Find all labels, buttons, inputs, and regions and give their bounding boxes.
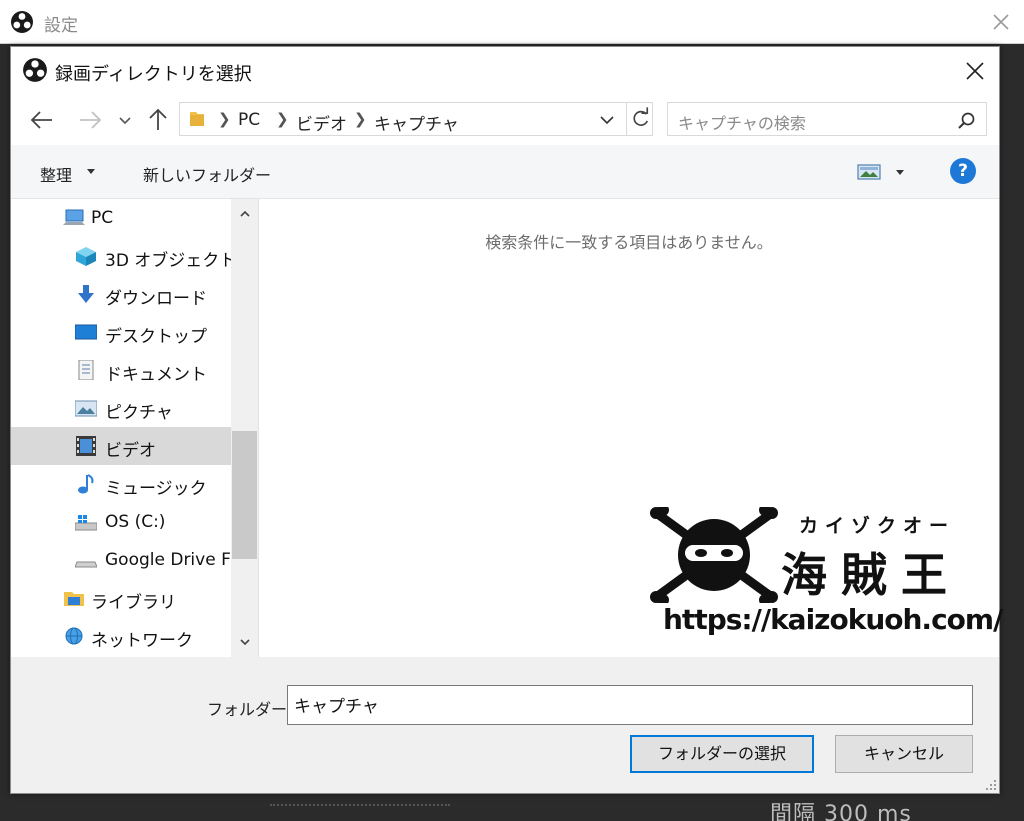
forward-arrow-icon[interactable] [75, 105, 105, 135]
outer-close-icon[interactable] [986, 7, 1016, 37]
scroll-up-chevron-icon[interactable] [239, 208, 251, 220]
dialog-close-icon[interactable] [959, 55, 991, 87]
documents-icon [78, 360, 94, 380]
search-box[interactable]: キャプチャの検索 [667, 102, 987, 136]
search-icon[interactable] [956, 111, 976, 131]
music-icon [78, 474, 94, 494]
desktop-icon [75, 324, 97, 340]
organize-button[interactable]: 整理 [40, 162, 72, 186]
folder-picker-dialog: 録画ディレクトリを選択 ❯ PC ❯ ビデオ ❯ キャプチャ キャプチャの検索 … [10, 46, 1003, 794]
nav-item-libraries[interactable]: ライブラリ [11, 579, 231, 617]
watermark-kana: カイゾクオー [799, 515, 956, 537]
view-options-icon[interactable] [857, 163, 881, 181]
new-folder-button[interactable]: 新しいフォルダー [143, 162, 271, 186]
site-watermark: カイゾクオー 海賊王 https://kaizokuoh.com/ [649, 507, 1003, 657]
outer-partial-text: 間隔 300 ms [770, 802, 912, 821]
folder-name-input[interactable]: キャプチャ [287, 685, 973, 725]
nav-item-pictures[interactable]: ピクチャ [11, 389, 231, 427]
organize-caret-icon[interactable] [87, 169, 95, 174]
nav-item-label: ドキュメント [105, 365, 207, 385]
3d-objects-icon [76, 247, 96, 266]
nav-item-downloads[interactable]: ダウンロード [11, 275, 231, 313]
navigation-bar: ❯ PC ❯ ビデオ ❯ キャプチャ キャプチャの検索 [11, 95, 999, 145]
nav-item-network[interactable]: ネットワーク [11, 617, 231, 655]
watermark-url: https://kaizokuoh.com/ [663, 603, 1003, 636]
scroll-down-chevron-icon[interactable] [239, 636, 251, 648]
nav-item-3d-objects[interactable]: 3D オブジェクト [11, 237, 236, 275]
outer-divider [270, 804, 450, 806]
breadcrumb-separator-icon: ❯ [354, 110, 367, 128]
obs-logo-icon [23, 58, 47, 82]
nav-item-label: ミュージック [105, 479, 207, 499]
nav-item-label: ライブラリ [91, 593, 176, 613]
back-arrow-icon[interactable] [27, 105, 57, 135]
nav-item-pc[interactable]: PC [11, 199, 231, 237]
help-icon[interactable]: ? [950, 158, 976, 184]
recent-chevron-down-icon[interactable] [115, 105, 135, 135]
dialog-title: 録画ディレクトリを選択 [55, 64, 252, 85]
address-history-chevron-icon[interactable] [598, 111, 616, 129]
refresh-icon[interactable] [626, 103, 654, 135]
cancel-button[interactable]: キャンセル [835, 735, 973, 773]
nav-item-desktop[interactable]: デスクトップ [11, 313, 231, 351]
nav-item-label: PC [91, 208, 114, 228]
drive-icon [75, 561, 97, 568]
address-bar[interactable]: ❯ PC ❯ ビデオ ❯ キャプチャ [179, 102, 653, 136]
nav-item-documents[interactable]: ドキュメント [11, 351, 231, 389]
up-arrow-icon[interactable] [143, 105, 173, 135]
nav-item-label: ピクチャ [105, 403, 173, 423]
nav-item-os-drive[interactable]: OS (C:) [11, 503, 231, 541]
watermark-brand: 海賊王 [781, 548, 961, 602]
nav-item-label: 3D オブジェクト [105, 251, 237, 271]
breadcrumb-capture[interactable]: キャプチャ [374, 110, 459, 135]
nav-item-label: ビデオ [105, 441, 156, 461]
resize-grip-icon[interactable] [985, 779, 997, 791]
breadcrumb-separator-icon: ❯ [276, 110, 289, 128]
nav-item-label: OS (C:) [105, 512, 166, 532]
outer-window-content: 間隔 300 ms [0, 790, 1024, 821]
folder-field-label: フォルダー: [207, 700, 293, 719]
command-toolbar: 整理 新しいフォルダー ? [11, 145, 999, 199]
folder-icon [190, 112, 204, 126]
download-icon [78, 285, 94, 303]
obs-logo-icon [11, 11, 33, 33]
select-folder-button[interactable]: フォルダーの選択 [630, 735, 814, 773]
library-icon [64, 592, 84, 606]
view-caret-icon[interactable] [896, 170, 904, 175]
search-placeholder: キャプチャの検索 [678, 114, 806, 133]
outer-titlebar: 設定 [0, 0, 1024, 44]
dialog-titlebar: 録画ディレクトリを選択 [11, 47, 999, 95]
nav-item-google-drive[interactable]: Google Drive F [11, 541, 231, 579]
outer-window-title: 設定 [44, 16, 78, 36]
drive-icon [75, 515, 97, 531]
nav-item-label: デスクトップ [105, 327, 207, 347]
scrollbar-thumb[interactable] [232, 431, 257, 559]
nav-item-videos[interactable]: ビデオ [11, 427, 231, 465]
nav-item-music[interactable]: ミュージック [11, 465, 231, 503]
nav-pane-scrollbar[interactable] [231, 199, 258, 657]
network-icon [65, 627, 83, 645]
nav-item-label: Google Drive F [105, 550, 231, 570]
videos-icon [76, 436, 96, 456]
breadcrumb-pc[interactable]: PC [238, 110, 260, 130]
empty-results-message: 検索条件に一致する項目はありません。 [485, 233, 773, 252]
navigation-pane: PC 3D オブジェクト ダウンロード デスクトップ ドキュメント ピクチャ ビ… [11, 199, 259, 657]
breadcrumb-videos[interactable]: ビデオ [296, 110, 347, 135]
breadcrumb-separator-icon: ❯ [218, 110, 231, 128]
pictures-icon [75, 400, 97, 417]
nav-item-label: ネットワーク [91, 631, 193, 651]
ninja-logo-icon [650, 507, 778, 603]
pc-icon [63, 209, 85, 225]
nav-item-label: ダウンロード [105, 289, 207, 309]
